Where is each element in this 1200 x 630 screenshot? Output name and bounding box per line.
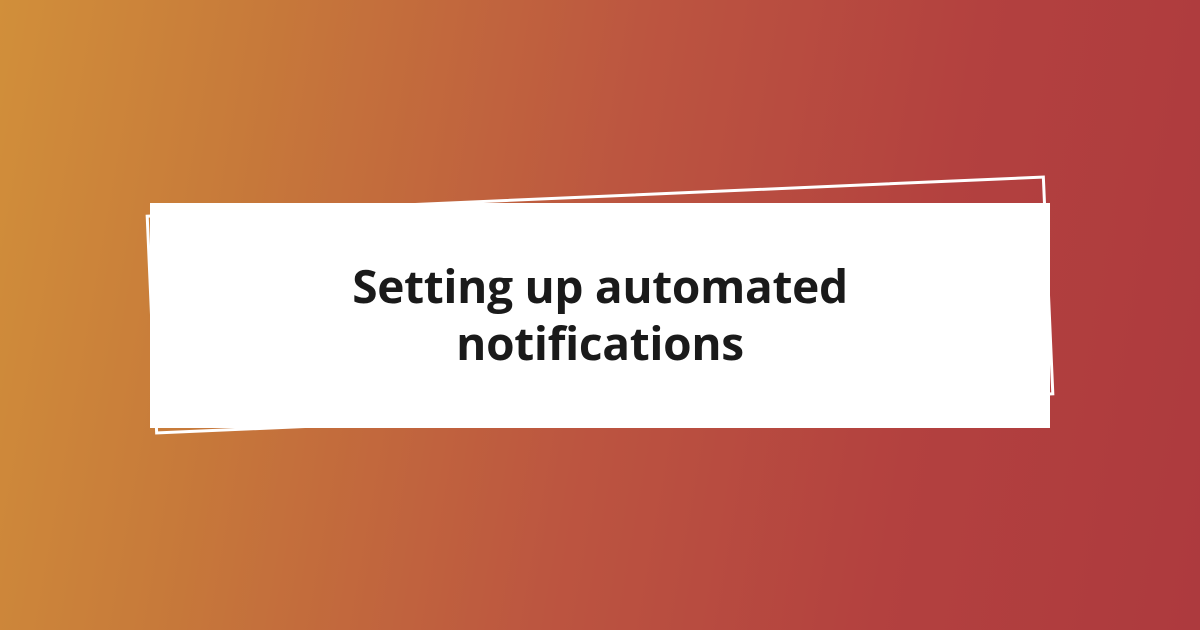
title-card: Setting up automated notifications: [150, 203, 1050, 428]
title-card-wrapper: Setting up automated notifications: [150, 203, 1050, 428]
page-title: Setting up automated notifications: [210, 258, 990, 373]
